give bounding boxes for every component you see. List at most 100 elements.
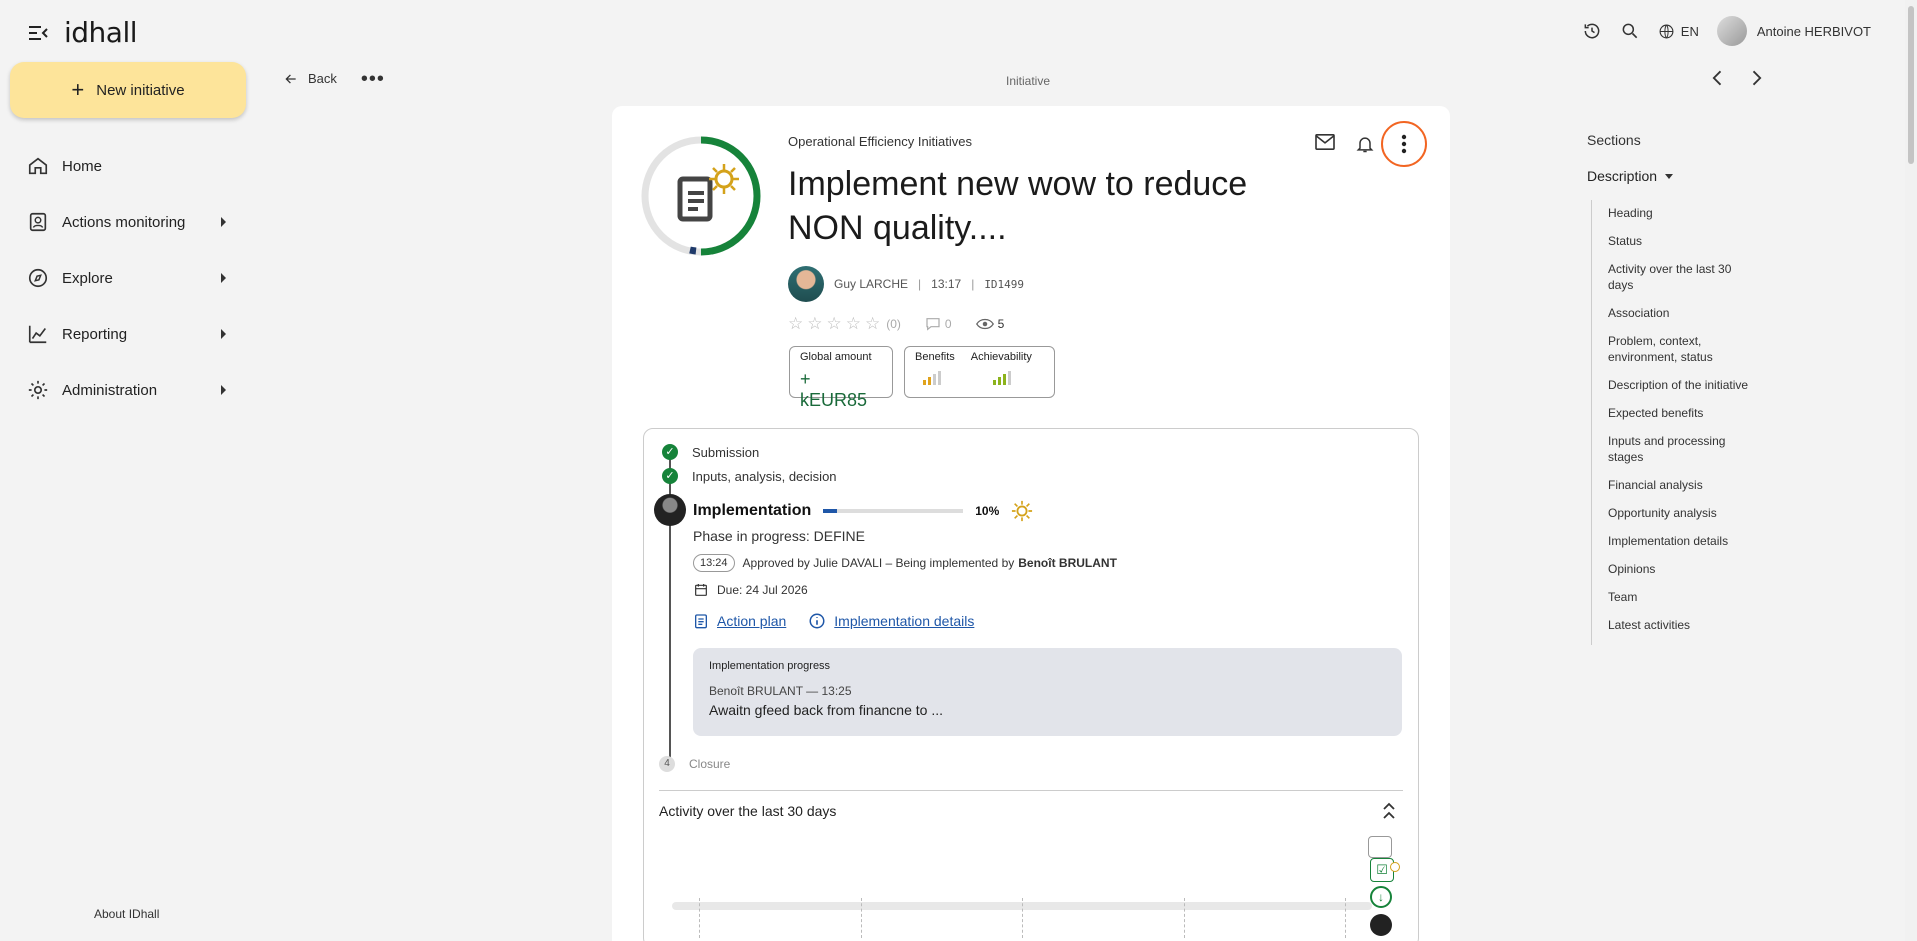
chevron-right-icon[interactable]: [1746, 68, 1766, 88]
gear-icon: [28, 380, 48, 400]
action-plan-link[interactable]: Action plan: [693, 612, 786, 630]
sidebar-item-explore[interactable]: Explore: [26, 250, 226, 306]
section-link[interactable]: Heading: [1608, 205, 1751, 221]
star-icon[interactable]: ☆: [827, 314, 842, 334]
implementation-details-link[interactable]: Implementation details: [808, 612, 974, 630]
event-download-icon[interactable]: ↓: [1370, 886, 1392, 908]
scrollbar-thumb[interactable]: [1908, 6, 1914, 164]
section-link[interactable]: Opportunity analysis: [1608, 505, 1751, 521]
section-link[interactable]: Latest activities: [1608, 617, 1751, 633]
step-label: Inputs, analysis, decision: [692, 468, 837, 484]
section-link[interactable]: Team: [1608, 589, 1751, 605]
more-options-button[interactable]: [1381, 121, 1427, 167]
topbar-actions: EN Antoine HERBIVOT: [1582, 16, 1871, 46]
language-label: EN: [1680, 23, 1699, 39]
approved-time-chip: 13:24: [693, 554, 735, 572]
comment-icon[interactable]: [925, 317, 941, 331]
activity-section-title: Activity over the last 30 days: [659, 803, 837, 819]
section-link[interactable]: Inputs and processing stages: [1608, 433, 1751, 465]
sidebar-item-home[interactable]: Home: [26, 138, 226, 194]
page-breadcrumb: Initiative: [1006, 74, 1051, 88]
more-vertical-icon: [1401, 134, 1407, 154]
view-count: 5: [997, 317, 1005, 331]
implementer-avatar[interactable]: [654, 494, 686, 526]
workflow-step-submission: ✓ Submission: [662, 444, 759, 460]
due-date: Due: 24 Jul 2026: [693, 582, 808, 598]
section-link[interactable]: Problem, context, environment, status: [1608, 333, 1751, 365]
user-menu[interactable]: Antoine HERBIVOT: [1716, 16, 1871, 46]
chevron-left-icon[interactable]: [1708, 68, 1728, 88]
sidebar-item-reporting[interactable]: Reporting: [26, 306, 226, 362]
author-avatar[interactable]: [788, 266, 824, 302]
sidebar-item-label: Explore: [62, 269, 113, 287]
event-document-icon[interactable]: [1368, 836, 1392, 858]
event-user-avatar[interactable]: [1370, 914, 1392, 936]
initiative-id: ID1499: [984, 277, 1025, 291]
record-navigation: [1708, 68, 1766, 88]
star-icon[interactable]: ☆: [788, 314, 803, 334]
step-number: 4: [659, 756, 675, 772]
home-icon: [28, 157, 48, 175]
clipboard-user-icon: [29, 212, 47, 232]
comment-count: 0: [944, 317, 952, 331]
link-label: Action plan: [717, 613, 787, 629]
sidebar-item-actions-monitoring[interactable]: Actions monitoring: [26, 194, 226, 250]
kpi-value: + kEUR85: [800, 369, 868, 410]
language-selector[interactable]: EN: [1658, 23, 1699, 40]
kpi-label: Benefits: [915, 351, 955, 363]
author-name[interactable]: Guy LARCHE: [834, 277, 908, 291]
achievability-level-bars: [992, 371, 1032, 385]
star-icon[interactable]: ☆: [846, 314, 861, 334]
mail-icon[interactable]: [1314, 133, 1336, 151]
rating-count: (0): [886, 317, 901, 331]
star-icon[interactable]: ☆: [807, 314, 822, 334]
activity-event-stack: ☑ ↓: [1366, 836, 1400, 936]
user-avatar: [1716, 16, 1747, 46]
event-sun-icon: [1390, 862, 1400, 872]
check-circle-icon: ✓: [662, 468, 678, 484]
group-label: Description: [1587, 168, 1658, 184]
section-link[interactable]: Expected benefits: [1608, 405, 1751, 421]
caret-right-icon: [221, 385, 226, 395]
new-initiative-button[interactable]: + New initiative: [10, 62, 246, 118]
star-icon[interactable]: ☆: [865, 314, 880, 334]
plus-icon: +: [71, 77, 85, 102]
search-icon[interactable]: [1620, 21, 1640, 41]
section-link[interactable]: Association: [1608, 305, 1751, 321]
back-button[interactable]: Back: [284, 71, 337, 86]
benefits-level-bars: [923, 371, 955, 385]
implementation-progress-bar: [823, 509, 964, 513]
note-header: Implementation progress: [709, 660, 831, 672]
implementation-progress-note: Implementation progress Benoît BRULANT —…: [693, 648, 1402, 736]
due-label: Due: 24 Jul 2026: [717, 583, 808, 597]
section-link[interactable]: Status: [1608, 233, 1751, 249]
sidebar-item-label: Home: [62, 157, 103, 175]
bell-icon[interactable]: [1355, 133, 1375, 155]
separator: |: [971, 277, 975, 291]
sidebar-item-administration[interactable]: Administration: [26, 362, 226, 418]
page-scrollbar[interactable]: [1905, 0, 1917, 941]
sidebar-item-label: Actions monitoring: [62, 213, 186, 231]
section-link[interactable]: Opinions: [1608, 561, 1751, 577]
about-link[interactable]: About IDhall: [94, 907, 159, 921]
approved-text: Approved by Julie DAVALI – Being impleme…: [742, 556, 1015, 570]
sections-group-description[interactable]: Description: [1587, 168, 1674, 184]
menu-collapse-icon[interactable]: [28, 25, 48, 41]
section-link[interactable]: Description of the initiative: [1608, 377, 1751, 393]
created-time: 13:17: [931, 277, 962, 291]
section-link[interactable]: Implementation details: [1608, 533, 1751, 549]
sidebar-nav: Home Actions monitoring Explore Reportin…: [26, 138, 226, 418]
collapse-chevron-icon[interactable]: [1382, 802, 1396, 820]
author-row: Guy LARCHE | 13:17 | ID1499: [788, 266, 1024, 302]
step-label: Closure: [689, 757, 731, 771]
timeline-gridline: [699, 898, 700, 938]
workflow-step-closure: 4 Closure: [659, 756, 730, 772]
status-ring: [641, 136, 761, 256]
history-icon[interactable]: [1582, 21, 1602, 41]
caret-right-icon: [221, 217, 226, 227]
clipboard-list-icon: [695, 614, 707, 629]
more-horizontal-icon[interactable]: •••: [361, 69, 385, 89]
section-link[interactable]: Activity over the last 30 days: [1608, 261, 1751, 293]
calendar-due-icon: [695, 584, 707, 596]
section-link[interactable]: Financial analysis: [1608, 477, 1751, 493]
